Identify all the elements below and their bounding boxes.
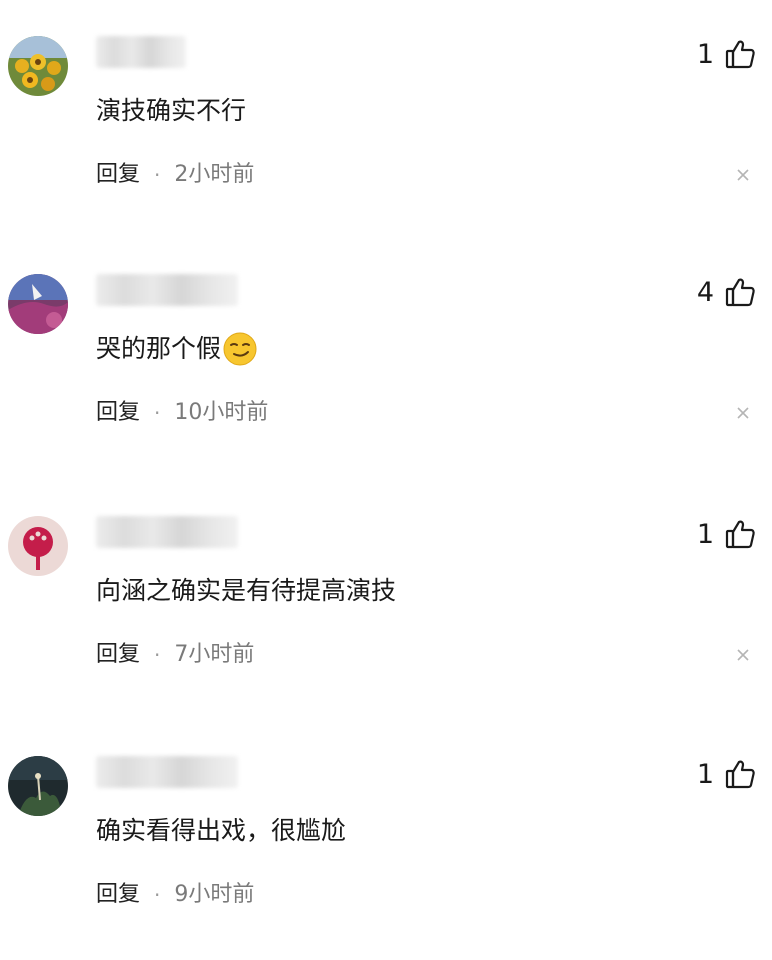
comment-text-content: 哭的那个假: [96, 334, 222, 363]
thumbs-up-icon[interactable]: [724, 276, 756, 308]
close-icon[interactable]: [732, 164, 754, 186]
comment-text: 哭的那个假: [96, 330, 258, 368]
avatar[interactable]: [8, 36, 68, 96]
timestamp: 2小时前: [174, 162, 255, 187]
comment-meta: 回复 · 9小时前: [96, 878, 254, 912]
smirk-emoji-icon: [222, 331, 258, 367]
separator-dot: ·: [154, 401, 161, 425]
close-icon[interactable]: [732, 644, 754, 666]
username-blurred[interactable]: [96, 516, 238, 548]
timestamp: 9小时前: [174, 882, 255, 907]
timestamp: 7小时前: [174, 642, 255, 667]
comment-text: 确实看得出戏，很尴尬: [96, 812, 346, 850]
username-blurred[interactable]: [96, 36, 186, 68]
comment-meta: 回复 · 2小时前: [96, 158, 254, 192]
comment-text: 演技确实不行: [96, 92, 246, 130]
avatar[interactable]: [8, 756, 68, 816]
avatar[interactable]: [8, 274, 68, 334]
comment-meta: 回复 · 7小时前: [96, 638, 254, 672]
comment-meta: 回复 · 10小时前: [96, 396, 268, 430]
separator-dot: ·: [154, 163, 161, 187]
like-count: 1: [696, 759, 714, 790]
separator-dot: ·: [154, 883, 161, 907]
comment-text: 向涵之确实是有待提高演技: [96, 572, 396, 610]
like-count: 1: [696, 39, 714, 70]
username-blurred[interactable]: [96, 274, 238, 306]
comment-text-content: 确实看得出戏，很尴尬: [96, 816, 347, 845]
comment-item: 4 哭的那个假 回复 · 10小时前: [0, 238, 772, 478]
avatar[interactable]: [8, 516, 68, 576]
comment-item: 1 演技确实不行 回复 · 2小时前: [0, 0, 772, 240]
thumbs-up-icon[interactable]: [724, 518, 756, 550]
like-count: 1: [696, 519, 714, 550]
like-count: 4: [696, 277, 714, 308]
comment-item: 1 向涵之确实是有待提高演技 回复 · 7小时前: [0, 480, 772, 720]
close-icon[interactable]: [732, 402, 754, 424]
comment-text-content: 演技确实不行: [96, 96, 247, 125]
comment-item: 1 确实看得出戏，很尴尬 回复 · 9小时前: [0, 720, 772, 960]
reply-button[interactable]: 回复: [96, 396, 140, 430]
separator-dot: ·: [154, 643, 161, 667]
reply-button[interactable]: 回复: [96, 638, 140, 672]
reply-button[interactable]: 回复: [96, 878, 140, 912]
reply-button[interactable]: 回复: [96, 158, 140, 192]
comment-text-content: 向涵之确实是有待提高演技: [96, 576, 397, 605]
timestamp: 10小时前: [174, 400, 269, 425]
thumbs-up-icon[interactable]: [724, 758, 756, 790]
username-blurred[interactable]: [96, 756, 238, 788]
thumbs-up-icon[interactable]: [724, 38, 756, 70]
